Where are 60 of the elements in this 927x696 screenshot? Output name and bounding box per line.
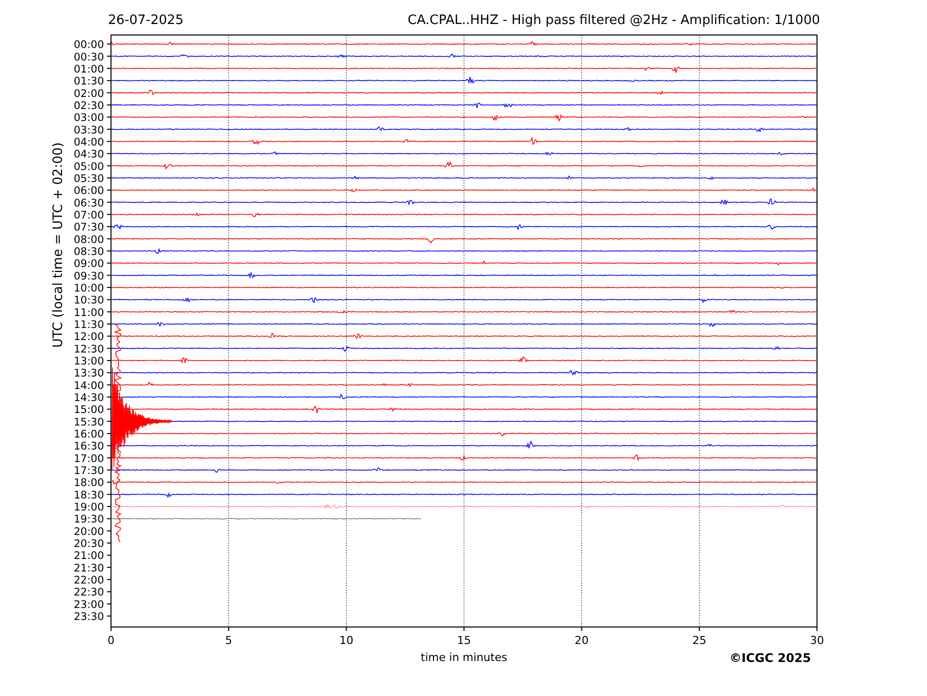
tick-label: 13:30 — [74, 368, 104, 380]
tick-label: 03:30 — [74, 124, 104, 136]
tick-label: 21:30 — [74, 562, 104, 574]
tick-label: 08:30 — [74, 246, 104, 258]
tick-label: 01:00 — [74, 63, 104, 76]
tick-label: 01:30 — [74, 76, 104, 88]
tick-label: 07:00 — [74, 209, 104, 222]
tick-label: 06:30 — [74, 197, 104, 210]
tick-label: 14:00 — [74, 380, 104, 392]
tick-label: 08:00 — [74, 234, 104, 246]
tick-label: 12:00 — [74, 331, 104, 344]
tick-label: 15:30 — [74, 416, 104, 428]
tick-label: 05:00 — [74, 160, 104, 173]
tick-label: 16:30 — [74, 440, 104, 453]
tick-label: 18:00 — [74, 477, 104, 490]
tick-label: 0 — [108, 634, 114, 647]
tick-label: 17:00 — [74, 452, 104, 465]
tick-label: 23:30 — [74, 611, 104, 624]
tick-label: 03:00 — [74, 112, 104, 124]
tick-label: 00:00 — [74, 39, 104, 52]
tick-label: 09:00 — [74, 258, 104, 270]
copyright-label: ©ICGC 2025 — [729, 651, 811, 665]
tick-label: 20 — [574, 634, 589, 647]
chart-title: CA.CPAL..HHZ - High pass filtered @2Hz - Amplification: 1/1000 — [408, 12, 820, 30]
tick-label: 19:00 — [74, 502, 104, 514]
tick-label: 15:00 — [74, 404, 104, 416]
tick-label: 10 — [339, 634, 354, 647]
tick-label: 30 — [810, 634, 824, 647]
tick-label: 15 — [457, 634, 471, 647]
tick-label: 02:00 — [74, 88, 104, 100]
tick-label: 20:00 — [74, 526, 104, 538]
tick-label: 10:00 — [74, 282, 104, 294]
tick-label: 06:00 — [74, 185, 104, 198]
tick-label: 16:00 — [74, 428, 104, 441]
axis-label: UTC (local time = UTC + 02:00) — [51, 142, 66, 348]
tick-label: 13:00 — [74, 356, 104, 368]
tick-label: 04:30 — [74, 148, 104, 161]
tick-label: 17:30 — [74, 465, 104, 478]
tick-label: 18:30 — [74, 489, 104, 502]
tick-label: 12:30 — [74, 343, 104, 356]
tick-label: 00:30 — [74, 51, 104, 64]
date-label: 26-07-2025 — [108, 12, 184, 30]
tick-label: 04:00 — [74, 136, 104, 148]
tick-label: 20:30 — [74, 538, 104, 550]
tick-label: 23:00 — [74, 598, 104, 611]
axis-label: time in minutes — [420, 651, 508, 664]
tick-label: 05:30 — [74, 172, 104, 185]
tick-label: 11:30 — [74, 319, 104, 331]
tick-label: 14:30 — [74, 392, 104, 404]
tick-label: 22:30 — [74, 586, 104, 599]
tick-label: 09:30 — [74, 270, 104, 282]
tick-label: 22:00 — [74, 574, 104, 587]
tick-label: 5 — [225, 634, 232, 647]
tick-label: 11:00 — [74, 306, 104, 319]
tick-label: 21:00 — [74, 550, 104, 562]
tick-label: 10:30 — [74, 294, 104, 307]
tick-label: 07:30 — [74, 222, 104, 234]
tick-label: 25 — [692, 634, 706, 647]
tick-label: 02:30 — [74, 100, 104, 112]
tick-label: 19:30 — [74, 514, 104, 526]
